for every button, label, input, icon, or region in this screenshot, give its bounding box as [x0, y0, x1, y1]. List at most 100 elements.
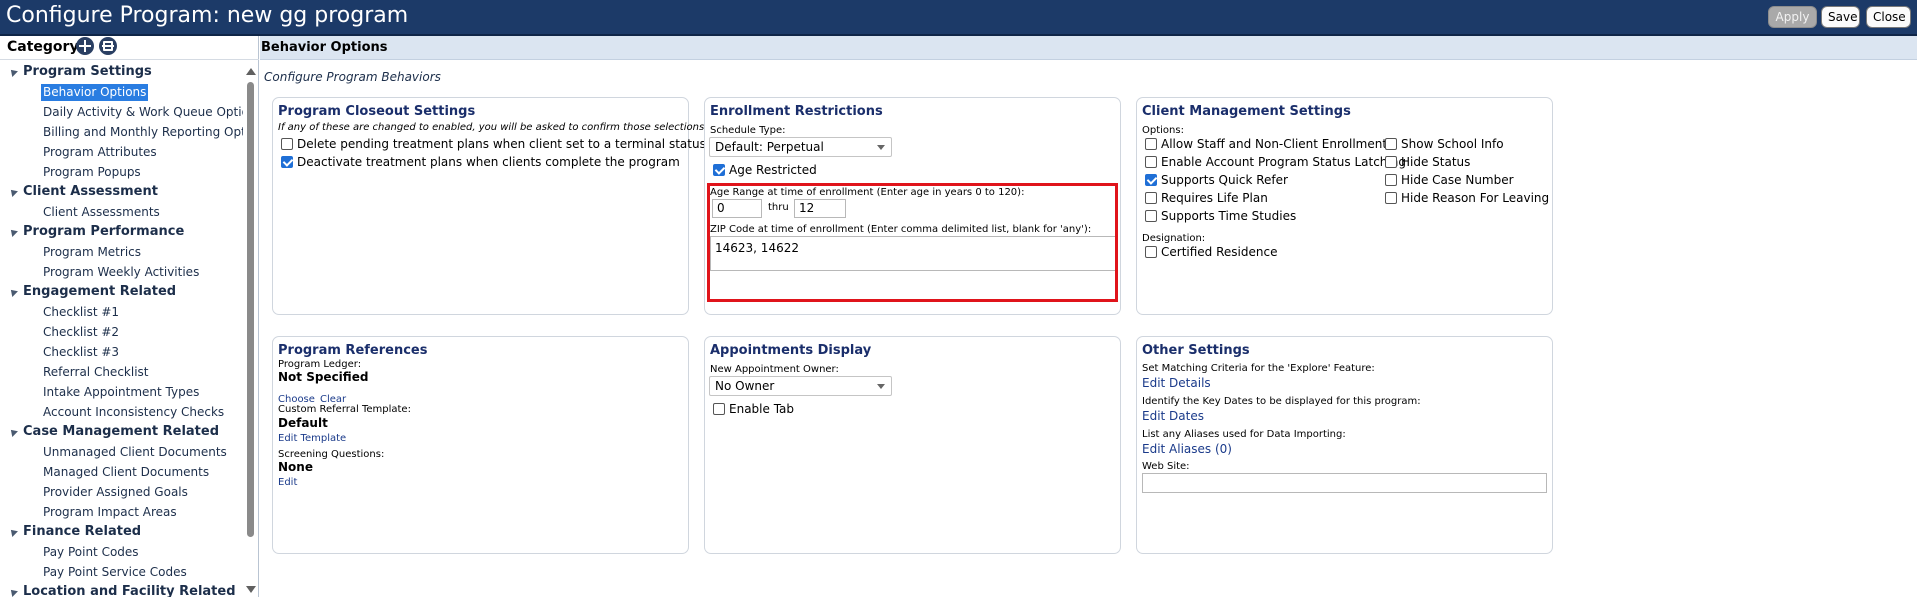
sidebar-group-label: Finance Related — [23, 524, 142, 539]
appointment-owner-select[interactable]: No Owner — [709, 376, 892, 396]
sidebar-item[interactable]: Checklist #3 — [41, 344, 121, 361]
expand-arrow-icon[interactable] — [8, 287, 18, 297]
program-references-panel: Program References Program Ledger: Not S… — [272, 336, 689, 554]
expand-arrow-icon[interactable] — [8, 187, 18, 197]
sidebar-item[interactable]: Program Weekly Activities — [41, 264, 201, 281]
sidebar-item[interactable]: Checklist #1 — [41, 304, 121, 321]
client-option-checkbox-row[interactable]: Supports Quick Refer — [1145, 173, 1288, 187]
sidebar-group-label: Client Assessment — [23, 184, 158, 199]
sidebar-item[interactable]: Unmanaged Client Documents — [41, 444, 229, 461]
client-option-checkbox-row[interactable]: Supports Time Studies — [1145, 209, 1296, 223]
sidebar-item[interactable]: Intake Appointment Types — [41, 384, 201, 401]
expand-arrow-icon[interactable] — [8, 587, 18, 597]
collapse-all-icon[interactable] — [99, 37, 117, 55]
sidebar-group-label: Location and Facility Related — [23, 584, 236, 597]
matching-criteria-label: Set Matching Criteria for the 'Explore' … — [1142, 363, 1375, 374]
sidebar-item[interactable]: Daily Activity & Work Queue Options — [41, 104, 243, 121]
sidebar-item[interactable]: Behavior Options — [41, 84, 149, 101]
checkbox[interactable] — [1385, 156, 1397, 168]
edit-dates-link[interactable]: Edit Dates — [1142, 409, 1204, 423]
age-restricted-checkbox-row[interactable]: Age Restricted — [713, 163, 817, 177]
appointments-title: Appointments Display — [710, 343, 872, 358]
expand-arrow-icon[interactable] — [8, 527, 18, 537]
client-management-panel: Client Management Settings Options: Desi… — [1136, 97, 1553, 315]
sidebar-item[interactable]: Provider Assigned Goals — [41, 484, 190, 501]
edit-aliases-link[interactable]: Edit Aliases (0) — [1142, 442, 1232, 456]
sidebar-item[interactable]: Managed Client Documents — [41, 464, 211, 481]
program-references-title: Program References — [278, 343, 428, 358]
certified-residence-checkbox-row[interactable]: Certified Residence — [1145, 245, 1277, 259]
referral-template-label: Custom Referral Template: — [278, 404, 411, 415]
checkbox[interactable] — [1145, 138, 1157, 150]
sidebar-item[interactable]: Program Metrics — [41, 244, 143, 261]
checkbox[interactable] — [1385, 138, 1397, 150]
client-option-checkbox-row[interactable]: Hide Status — [1385, 155, 1470, 169]
sidebar-item[interactable]: Checklist #2 — [41, 324, 121, 341]
schedule-type-select[interactable]: Default: Perpetual — [709, 137, 892, 157]
sidebar-item[interactable]: Pay Point Codes — [41, 544, 141, 561]
save-button[interactable]: Save — [1821, 6, 1860, 28]
apply-button[interactable]: Apply — [1768, 6, 1817, 28]
title-bar: Configure Program: new gg program Apply … — [0, 0, 1917, 36]
schedule-type-label: Schedule Type: — [710, 125, 786, 136]
category-sidebar: Category Program Settings Behavior Option… — [0, 36, 259, 597]
enrollment-title: Enrollment Restrictions — [710, 104, 883, 119]
closeout-option-delete-plans[interactable]: Delete pending treatment plans when clie… — [281, 137, 706, 151]
client-option-checkbox-row[interactable]: Allow Staff and Non-Client Enrollment — [1145, 137, 1387, 151]
checkbox[interactable] — [1145, 174, 1157, 186]
edit-details-link[interactable]: Edit Details — [1142, 376, 1211, 390]
sidebar-item[interactable]: Client Assessments — [41, 204, 162, 221]
sidebar-item[interactable]: Program Impact Areas — [41, 504, 179, 521]
web-site-label: Web Site: — [1142, 461, 1190, 472]
client-option-checkbox-row[interactable]: Hide Reason For Leaving — [1385, 191, 1549, 205]
close-button[interactable]: Close — [1866, 6, 1911, 28]
scroll-up-arrow-icon[interactable] — [246, 68, 256, 75]
key-dates-label: Identify the Key Dates to be displayed f… — [1142, 396, 1421, 407]
checkbox[interactable] — [1145, 246, 1157, 258]
designation-label: Designation: — [1142, 233, 1206, 244]
sidebar-item[interactable]: Referral Checklist — [41, 364, 151, 381]
edit-template-link[interactable]: Edit Template — [278, 433, 346, 444]
client-option-checkbox-row[interactable]: Requires Life Plan — [1145, 191, 1268, 205]
checkbox[interactable] — [1145, 192, 1157, 204]
edit-screening-link[interactable]: Edit — [278, 477, 297, 488]
checkbox[interactable] — [1385, 192, 1397, 204]
closeout-note: If any of these are changed to enabled, … — [278, 122, 705, 133]
page-title: Behavior Options — [261, 40, 388, 55]
screening-questions-label: Screening Questions: — [278, 449, 385, 460]
sidebar-item[interactable]: Account Inconsistency Checks — [41, 404, 226, 421]
highlight-annotation — [707, 183, 1118, 302]
checkbox[interactable] — [281, 138, 293, 150]
sidebar-item[interactable]: Pay Point Service Codes — [41, 564, 189, 581]
checkbox[interactable] — [1385, 174, 1397, 186]
page-subtitle: Configure Program Behaviors — [264, 70, 441, 84]
sidebar-item[interactable]: Billing and Monthly Reporting Option — [41, 124, 243, 141]
enable-tab-checkbox-row[interactable]: Enable Tab — [713, 402, 794, 416]
checkbox[interactable] — [713, 403, 725, 415]
client-option-checkbox-row[interactable]: Enable Account Program Status Latching — [1145, 155, 1406, 169]
closeout-title: Program Closeout Settings — [278, 104, 476, 119]
expand-all-icon[interactable] — [76, 37, 94, 55]
closeout-option-deactivate-plans[interactable]: Deactivate treatment plans when clients … — [281, 155, 680, 169]
program-ledger-label: Program Ledger: — [278, 359, 362, 370]
scroll-thumb[interactable] — [247, 82, 254, 537]
web-site-input[interactable] — [1142, 473, 1547, 493]
chevron-down-icon — [877, 384, 885, 389]
checkbox[interactable] — [1145, 210, 1157, 222]
expand-arrow-icon[interactable] — [8, 227, 18, 237]
client-management-title: Client Management Settings — [1142, 104, 1351, 119]
checkbox[interactable] — [281, 156, 293, 168]
checkbox[interactable] — [713, 164, 725, 176]
sidebar-scrollbar[interactable] — [244, 64, 257, 597]
expand-arrow-icon[interactable] — [8, 427, 18, 437]
client-option-checkbox-row[interactable]: Hide Case Number — [1385, 173, 1514, 187]
expand-arrow-icon[interactable] — [8, 67, 18, 77]
client-option-checkbox-row[interactable]: Show School Info — [1385, 137, 1504, 151]
sidebar-group-label: Case Management Related — [23, 424, 220, 439]
sidebar-item[interactable]: Program Popups — [41, 164, 143, 181]
scroll-down-arrow-icon[interactable] — [246, 586, 256, 593]
checkbox[interactable] — [1145, 156, 1157, 168]
other-settings-panel: Other Settings Set Matching Criteria for… — [1136, 336, 1553, 554]
appointment-owner-label: New Appointment Owner: — [710, 364, 839, 375]
sidebar-item[interactable]: Program Attributes — [41, 144, 159, 161]
